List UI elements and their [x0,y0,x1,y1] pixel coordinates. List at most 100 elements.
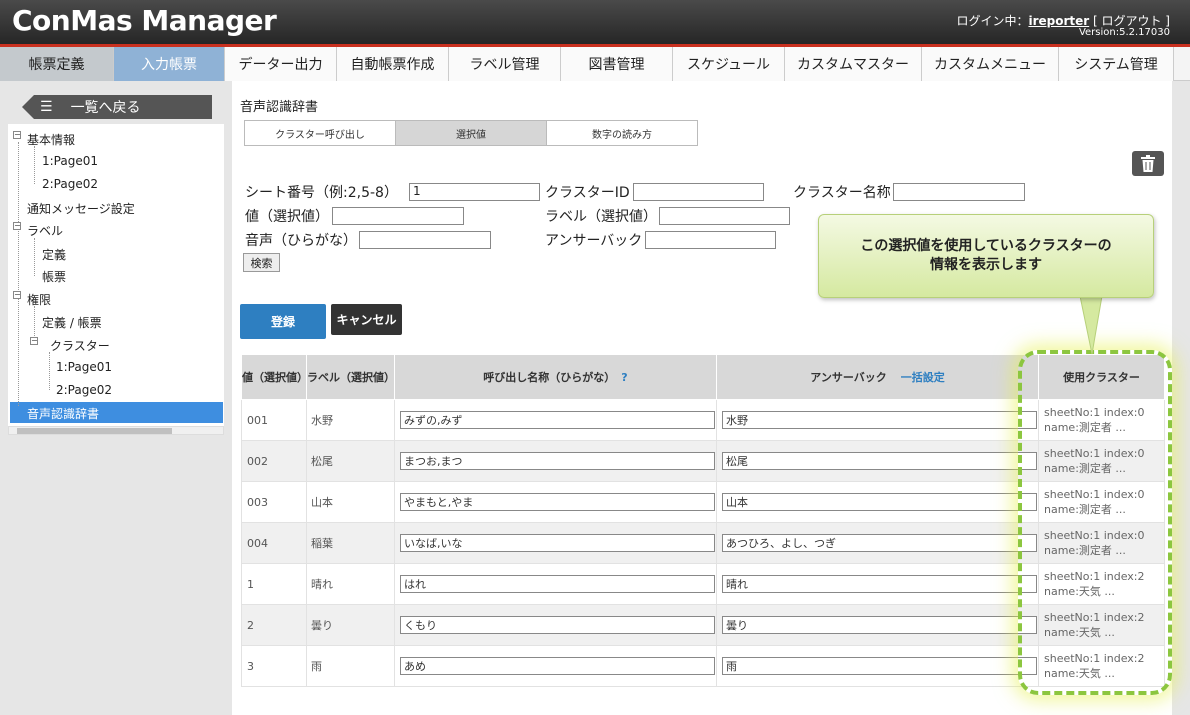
tree-collapse-toggle[interactable]: − [13,131,21,139]
tree-item-basic-info[interactable]: 基本情報 [27,131,75,148]
answer-back-cell-input[interactable]: 松尾 [722,452,1037,470]
answer-back-cell-input[interactable]: 山本 [722,493,1037,511]
tree-connector [34,146,35,184]
answer-back-cell-input[interactable]: 曇り [722,616,1037,634]
answer-back-label: アンサーバック [545,233,643,249]
nav-custom-menu[interactable]: カスタムメニュー [922,47,1059,81]
nav-document-management[interactable]: 図書管理 [561,47,673,81]
login-prefix: ログイン中： [956,14,1029,28]
nav-custom-master[interactable]: カスタムマスター [785,47,922,81]
tree-connector [18,142,19,406]
answer-back-cell-input[interactable]: あつひろ、よし、つぎ [722,534,1037,552]
tree-item-notice[interactable]: 通知メッセージ設定 [27,200,135,217]
answer-back-cell-input[interactable]: 雨 [722,657,1037,675]
nav-form-definition[interactable]: 帳票定義 [0,47,114,81]
sheet-number-label: シート番号（例:2,5-8） [245,185,398,201]
version-text: Version:5.2.17030 [1078,27,1170,38]
app-header: ConMas Manager ログイン中：ireporter [ ログアウト ]… [0,0,1190,47]
page-title: 音声認識辞書 [240,100,319,115]
call-name-input[interactable]: いなば,いな [400,534,715,552]
voice-label: 音声（ひらがな） [245,233,357,249]
back-to-list-label: 一覧へ戻る [70,100,141,116]
label-value-input[interactable] [659,207,790,225]
subtab-bar: クラスター呼び出し 選択値 数字の読み方 [244,120,698,146]
cluster-name-label: クラスター名称 [793,185,891,201]
nav-schedule[interactable]: スケジュール [673,47,785,81]
sheet-number-input[interactable]: 1 [409,183,540,201]
cell-label: 曇り [306,604,395,646]
tree-item-label[interactable]: ラベル [27,222,63,239]
call-name-input[interactable]: やまもと,やま [400,493,715,511]
tree-item-label-form[interactable]: 帳票 [42,268,66,285]
tree-item-cluster[interactable]: クラスター [50,337,110,354]
help-icon[interactable]: ? [621,371,627,384]
right-gutter [1172,81,1190,715]
col-header-answer-text: アンサーバック [810,370,887,384]
col-header-call-name: 呼び出し名称（ひらがな）? [394,354,717,400]
tree-item-voice-dictionary[interactable]: 音声認識辞書 [27,405,99,422]
callout-pointer [1080,296,1103,355]
cell-label: 松尾 [306,440,395,482]
call-name-input[interactable]: まつお,まつ [400,452,715,470]
col-header-answer: アンサーバック 一括設定 [716,354,1039,400]
label-value-label: ラベル（選択値） [545,209,657,225]
tree-connector [49,352,50,390]
cell-value: 1 [241,563,307,605]
register-button[interactable]: 登録 [240,304,326,339]
tree-collapse-toggle[interactable]: − [13,222,21,230]
nav-input-forms[interactable]: 入力帳票 [114,47,225,81]
nav-system-management[interactable]: システム管理 [1059,47,1174,81]
tab-number-reading[interactable]: 数字の読み方 [546,120,698,146]
tree-item-permission[interactable]: 権限 [27,291,51,308]
call-name-input[interactable]: みずの,みず [400,411,715,429]
bulk-setting-link[interactable]: 一括設定 [901,371,945,384]
call-name-input[interactable]: あめ [400,657,715,675]
tree-item-basic-page1[interactable]: 1:Page01 [42,154,98,168]
cluster-id-input[interactable] [633,183,764,201]
tree-item-label-definition[interactable]: 定義 [42,246,66,263]
back-to-list-button[interactable]: ☰ 一覧へ戻る [22,95,212,119]
tree-collapse-toggle[interactable]: − [30,337,38,345]
call-name-input[interactable]: はれ [400,575,715,593]
col-header-value: 値（選択値） [241,354,308,400]
tree-connector [34,238,35,276]
cell-value: 002 [241,440,307,482]
cell-value: 001 [241,399,307,441]
tree-item-cluster-page1[interactable]: 1:Page01 [56,360,112,374]
voice-input[interactable] [359,231,491,249]
cell-label: 稲葉 [306,522,395,564]
tree-collapse-toggle[interactable]: − [13,291,21,299]
cell-label: 雨 [306,645,395,687]
value-input[interactable] [332,207,464,225]
logout-link[interactable]: [ ログアウト ] [1093,14,1170,28]
search-button[interactable]: 検索 [243,253,280,272]
tree-horizontal-scrollbar[interactable] [8,426,224,435]
tab-cluster-call[interactable]: クラスター呼び出し [244,120,396,146]
callout-line-2: 情報を表示します [930,257,1042,273]
tree-item-basic-page2[interactable]: 2:Page02 [42,177,98,191]
trash-icon [1141,155,1155,172]
nav-data-output[interactable]: データー出力 [225,47,337,81]
cluster-id-label: クラスターID [545,185,630,201]
callout-line-1: この選択値を使用しているクラスターの [860,238,1112,254]
cancel-button[interactable]: キャンセル [331,304,402,335]
answer-back-cell-input[interactable]: 水野 [722,411,1037,429]
cell-value: 3 [241,645,307,687]
answer-back-input[interactable] [645,231,776,249]
scrollbar-thumb[interactable] [17,428,172,434]
answer-back-cell-input[interactable]: 晴れ [722,575,1037,593]
col-header-label: ラベル（選択値） [306,354,395,400]
tab-selected-value[interactable]: 選択値 [395,120,547,146]
tree-item-permission-def[interactable]: 定義 / 帳票 [42,314,102,331]
cell-value: 004 [241,522,307,564]
annotation-callout: この選択値を使用しているクラスターの 情報を表示します [818,214,1154,298]
cell-value: 2 [241,604,307,646]
cell-value: 003 [241,481,307,523]
nav-label-management[interactable]: ラベル管理 [449,47,561,81]
call-name-input[interactable]: くもり [400,616,715,634]
user-link[interactable]: ireporter [1028,14,1089,28]
cluster-name-input[interactable] [893,183,1025,201]
delete-button[interactable] [1132,151,1164,176]
nav-auto-form[interactable]: 自動帳票作成 [337,47,449,81]
tree-item-cluster-page2[interactable]: 2:Page02 [56,383,112,397]
